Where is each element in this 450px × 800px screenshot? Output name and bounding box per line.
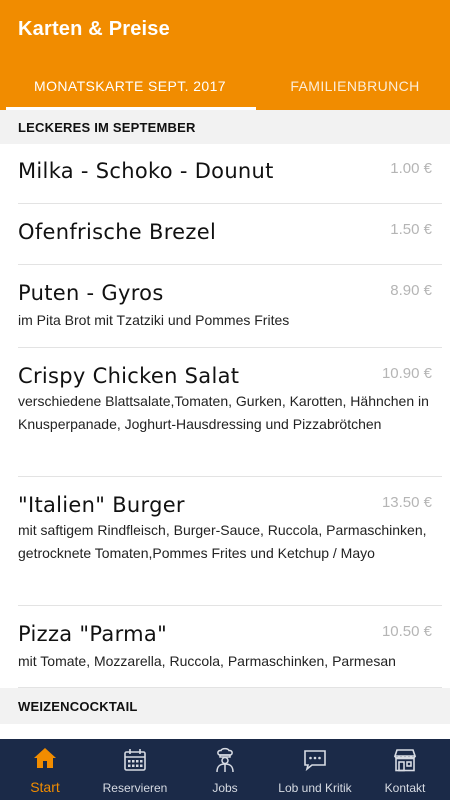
item-price: 1.50 € [390, 221, 432, 238]
tab-label: MONATSKARTE SEPT. 2017 [34, 78, 226, 94]
item-description: im Pita Brot mit Tzatziki und Pommes Fri… [18, 312, 290, 328]
app-bar: Karten & Preise MONATSKARTE SEPT. 2017 F… [0, 0, 450, 110]
menu-list[interactable]: LECKERES IM SEPTEMBER Milka - Schoko - D… [0, 110, 450, 740]
nav-label: Jobs [212, 781, 238, 795]
chat-bubble-icon [304, 750, 326, 772]
menu-item[interactable]: Pizza "Parma" 10.50 € mit Tomate, Mozzar… [18, 606, 442, 688]
tab-label: FAMILIENBRUNCH [290, 78, 420, 94]
nav-label: Kontakt [384, 781, 426, 795]
item-name: Ofenfrische Brezel [18, 220, 217, 244]
item-name: Pizza "Parma" [18, 622, 168, 646]
section-header: LECKERES IM SEPTEMBER [0, 110, 450, 144]
section-header: WEIZENCOCKTAIL [0, 688, 450, 724]
item-description: verschiedene Blattsalate,Tomaten, Gurken… [18, 393, 429, 432]
nav-kontakt[interactable]: Kontakt [360, 739, 450, 800]
item-price: 10.90 € [381, 365, 432, 382]
menu-item[interactable]: "Italien" Burger 13.50 € mit saftigem Ri… [18, 477, 442, 606]
nav-start[interactable]: Start [0, 739, 90, 800]
menu-item[interactable]: Ofenfrische Brezel 1.50 € [18, 204, 442, 265]
item-description: mit Tomate, Mozzarella, Ruccola, Parmasc… [18, 653, 396, 669]
nav-lob-und-kritik[interactable]: Lob und Kritik [270, 739, 360, 800]
item-price: 13.50 € [381, 494, 432, 511]
item-name: Crispy Chicken Salat [18, 364, 240, 388]
nav-label: Lob und Kritik [278, 781, 352, 795]
nav-jobs[interactable]: Jobs [180, 739, 270, 800]
bottom-navigation: Start Reservieren Jobs Lob und Kritik Ko… [0, 739, 450, 800]
item-price: 10.50 € [381, 623, 432, 640]
item-description: mit saftigem Rindfleisch, Burger-Sauce, … [18, 522, 427, 561]
nav-label: Start [30, 779, 60, 795]
storefront-icon [393, 749, 417, 772]
calendar-icon [124, 749, 146, 771]
item-name: "Italien" Burger [18, 493, 185, 517]
menu-item[interactable]: Puten - Gyros 8.90 € im Pita Brot mit Tz… [18, 265, 442, 348]
item-price: 1.00 € [390, 160, 432, 177]
chef-icon [216, 747, 234, 773]
home-icon [34, 748, 56, 768]
page-title: Karten & Preise [18, 18, 170, 40]
item-price: 8.90 € [390, 282, 432, 299]
item-name: Milka - Schoko - Dounut [18, 159, 274, 183]
item-name: Puten - Gyros [18, 281, 164, 305]
nav-label: Reservieren [102, 781, 168, 795]
nav-reservieren[interactable]: Reservieren [90, 739, 180, 800]
tab-familienbrunch[interactable]: FAMILIENBRUNCH [260, 62, 450, 110]
tab-monatskarte[interactable]: MONATSKARTE SEPT. 2017 [0, 62, 260, 110]
menu-item[interactable]: Milka - Schoko - Dounut 1.00 € [18, 144, 442, 204]
menu-item[interactable]: Crispy Chicken Salat 10.90 € verschieden… [18, 348, 442, 477]
tab-bar: MONATSKARTE SEPT. 2017 FAMILIENBRUNCH [0, 62, 450, 110]
